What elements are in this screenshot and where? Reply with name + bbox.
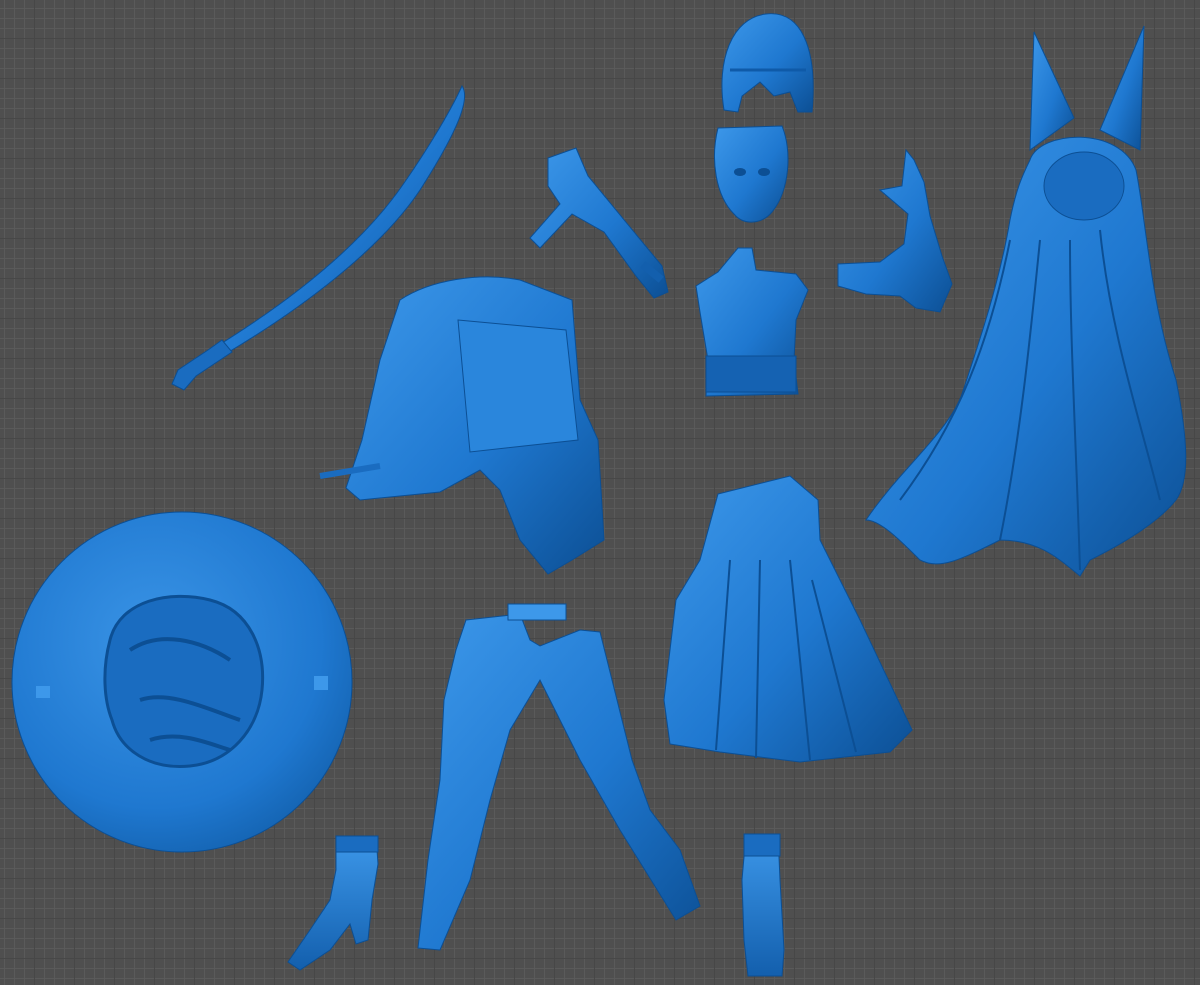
hair-bangs-part[interactable] xyxy=(721,13,814,113)
model-scene[interactable] xyxy=(0,0,1200,985)
eye-right-icon xyxy=(758,168,770,176)
head-part[interactable] xyxy=(714,125,789,223)
katana-hilt-icon xyxy=(171,339,233,391)
legs-peg-icon xyxy=(507,603,567,621)
fox-ear-left-icon xyxy=(1029,31,1075,152)
hair-piece-icon xyxy=(721,13,814,113)
boot-right-cuff-icon xyxy=(743,833,781,857)
base-emblem-icon xyxy=(103,594,265,769)
base-peg-right-icon xyxy=(314,676,328,690)
arm-hand-icon xyxy=(837,148,953,313)
legs-part[interactable] xyxy=(417,603,701,951)
heeled-boot-icon xyxy=(287,835,379,971)
3d-viewport[interactable] xyxy=(0,0,1200,985)
torso-part[interactable] xyxy=(695,247,809,397)
eye-left-icon xyxy=(734,168,746,176)
leg-pair-icon xyxy=(417,613,701,951)
boot-cuff-icon xyxy=(335,835,379,853)
belt-icon xyxy=(705,355,797,393)
fox-ear-right-icon xyxy=(1099,25,1145,151)
pipe-weapon-part[interactable] xyxy=(529,147,669,299)
jacket-lining-icon xyxy=(457,319,579,453)
boot-right-part[interactable] xyxy=(741,833,785,977)
head-face-icon xyxy=(714,125,789,223)
display-base-part[interactable] xyxy=(11,511,353,853)
hair-bun-icon xyxy=(1043,151,1125,221)
club-weapon-icon xyxy=(529,147,669,299)
boot-left-part[interactable] xyxy=(287,835,379,971)
jacket-part[interactable] xyxy=(319,276,605,575)
base-peg-left-icon xyxy=(36,686,50,698)
raised-arm-part[interactable] xyxy=(837,148,953,313)
